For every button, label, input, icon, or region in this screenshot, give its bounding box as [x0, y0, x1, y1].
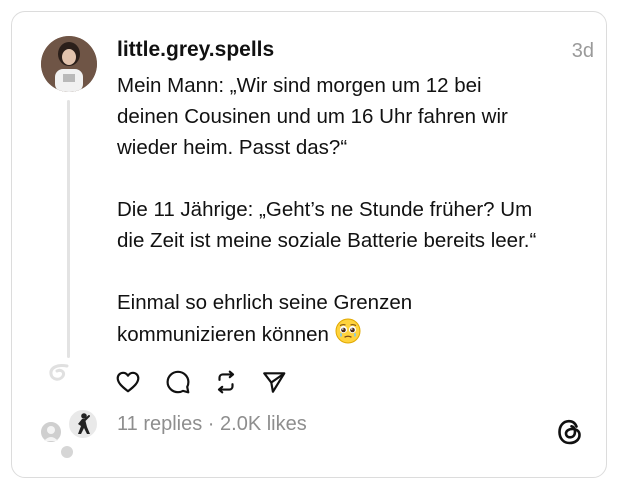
post-text: Mein Mann: „Wir sind morgen um 12 bei de… — [117, 70, 587, 350]
pleading-face-emoji-icon — [335, 318, 361, 344]
avatar-photo — [41, 36, 97, 92]
post-timestamp[interactable]: 3d — [572, 40, 594, 63]
likes-count[interactable]: 2.0K likes — [220, 413, 307, 435]
like-button[interactable] — [114, 368, 142, 396]
thread-line — [67, 100, 70, 358]
post-line: wieder heim. Passt das?“ — [117, 136, 348, 159]
author-username[interactable]: little.grey.spells — [117, 38, 274, 62]
repost-button[interactable] — [212, 368, 240, 396]
post-line: Mein Mann: „Wir sind morgen um 12 bei — [117, 74, 482, 97]
post-line-with-emoji: kommunizieren können — [117, 318, 587, 350]
post-line: Die 11 Jährige: „Geht’s ne Stunde früher… — [117, 198, 533, 221]
replier-avatar — [59, 444, 75, 460]
post-stats: 11 replies · 2.0K likes — [117, 413, 307, 436]
share-button[interactable] — [260, 368, 288, 396]
replier-avatars[interactable] — [37, 408, 101, 460]
threads-logo-icon[interactable] — [556, 418, 584, 446]
comment-icon — [166, 370, 190, 394]
heart-icon — [116, 371, 140, 393]
send-icon — [263, 372, 286, 393]
post-line: Einmal so ehrlich seine Grenzen — [117, 291, 413, 314]
author-avatar[interactable] — [41, 36, 97, 92]
replies-count[interactable]: 11 replies — [117, 413, 202, 435]
default-user-icon — [44, 426, 58, 441]
repost-icon — [217, 370, 235, 394]
thread-end-loop-icon — [49, 364, 69, 381]
replier-photo — [78, 413, 90, 434]
post-line: die Zeit ist meine soziale Batterie bere… — [117, 229, 537, 252]
post-line: kommunizieren können — [117, 323, 329, 346]
reply-button[interactable] — [164, 368, 192, 396]
replier-avatar — [67, 408, 99, 440]
post-line: deinen Cousinen und um 16 Uhr fahren wir — [117, 105, 508, 128]
stats-separator: · — [202, 413, 221, 435]
replier-avatar — [39, 420, 63, 444]
